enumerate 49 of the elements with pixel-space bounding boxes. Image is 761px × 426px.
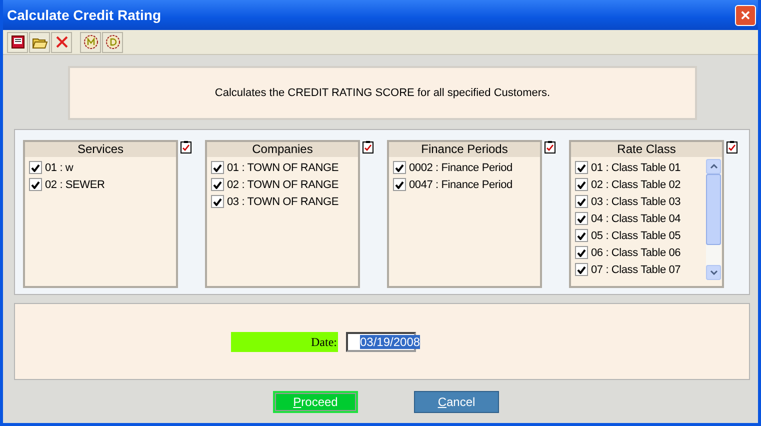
checkbox[interactable]: [575, 212, 588, 225]
checkbox[interactable]: [575, 195, 588, 208]
window-title: Calculate Credit Rating: [7, 7, 162, 23]
checkbox[interactable]: [575, 246, 588, 259]
scrollbar[interactable]: [706, 159, 721, 280]
cancel-button[interactable]: Cancel: [414, 390, 499, 412]
clipboard-check-icon[interactable]: [180, 140, 192, 154]
list-item-label[interactable]: 02 : SEWER: [45, 178, 105, 190]
checkbox[interactable]: [211, 178, 224, 191]
circled-d-icon[interactable]: [102, 32, 123, 52]
scroll-up-icon[interactable]: [710, 164, 718, 169]
checkbox[interactable]: [575, 161, 588, 174]
list-item-label[interactable]: 02 : TOWN OF RANGE: [227, 178, 339, 190]
list-item-label[interactable]: 02 : Class Table 02: [591, 178, 681, 190]
checkbox[interactable]: [211, 195, 224, 208]
clipboard-check-icon[interactable]: [362, 140, 374, 154]
checkbox[interactable]: [211, 161, 224, 174]
folder-icon[interactable]: [29, 32, 50, 52]
checkbox[interactable]: [575, 263, 588, 276]
list-item-label[interactable]: 0047 : Finance Period: [409, 178, 512, 190]
list-header: Services: [25, 142, 176, 157]
list-item-label[interactable]: 01 : w: [45, 162, 74, 174]
list-header: Rate Class: [571, 142, 722, 157]
list-item-label[interactable]: 01 : TOWN OF RANGE: [227, 162, 339, 174]
list-item-label[interactable]: 07 : Class Table 07: [591, 264, 681, 276]
list-header: Companies: [207, 142, 358, 157]
list-item-label[interactable]: 03 : TOWN OF RANGE: [227, 196, 339, 208]
list-item-label[interactable]: 04 : Class Table 04: [591, 212, 681, 224]
list-item-label[interactable]: 01 : Class Table 01: [591, 162, 681, 174]
scroll-down-icon[interactable]: [710, 270, 718, 275]
date-label: Date:: [231, 332, 338, 352]
description-text: Calculates the CREDIT RATING SCORE for all specified Customers.: [214, 87, 550, 99]
close-button[interactable]: ✕: [735, 4, 756, 26]
close-icon[interactable]: [51, 32, 72, 52]
list-item-label[interactable]: 06 : Class Table 06: [591, 246, 681, 258]
save-icon[interactable]: [7, 32, 28, 52]
checkbox[interactable]: [575, 229, 588, 242]
list-item-label[interactable]: 0002 : Finance Period: [409, 162, 512, 174]
circled-m-icon[interactable]: [80, 32, 101, 52]
checkbox[interactable]: [29, 178, 42, 191]
checkbox[interactable]: [393, 161, 406, 174]
clipboard-check-icon[interactable]: [544, 140, 556, 154]
checkbox[interactable]: [393, 178, 406, 191]
list-header: Finance Periods: [389, 142, 540, 157]
checkbox[interactable]: [575, 178, 588, 191]
list-item-label[interactable]: 03 : Class Table 03: [591, 196, 681, 208]
clipboard-check-icon[interactable]: [726, 140, 738, 154]
checkbox[interactable]: [29, 161, 42, 174]
list-item-label[interactable]: 05 : Class Table 05: [591, 230, 681, 242]
